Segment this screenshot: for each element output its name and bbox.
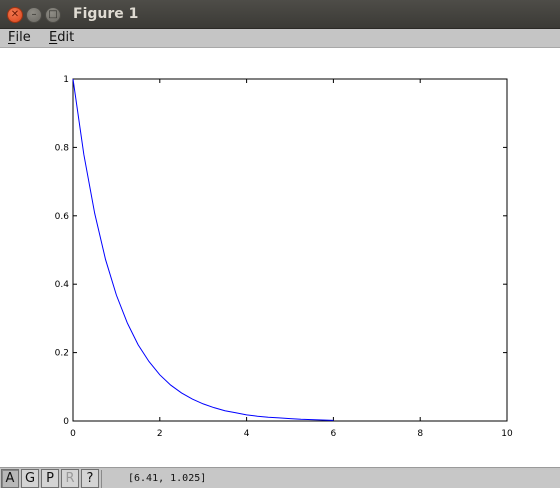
menu-file[interactable]: File bbox=[8, 30, 31, 45]
menu-bar: File Edit bbox=[0, 29, 560, 48]
window-title: Figure 1 bbox=[73, 6, 139, 22]
menu-edit-label: dit bbox=[57, 30, 75, 45]
maximize-icon: □ bbox=[48, 9, 58, 20]
bottom-toolbar: A G P R ? [6.41, 1.025] bbox=[0, 467, 560, 488]
pan-button[interactable]: P bbox=[41, 469, 59, 488]
y-tick-label: 0.6 bbox=[55, 212, 70, 222]
x-tick-label: 10 bbox=[501, 429, 513, 439]
grid-button[interactable]: G bbox=[21, 469, 39, 488]
chart[interactable]: 0 2 4 6 8 10 0 0.2 0.4 0.6 0.8 1 bbox=[0, 48, 560, 464]
y-tick-label: 0 bbox=[63, 417, 69, 427]
x-tick-label: 6 bbox=[331, 429, 337, 439]
x-tick-label: 2 bbox=[157, 429, 163, 439]
menu-file-label: ile bbox=[15, 30, 31, 45]
y-tick-label: 0.4 bbox=[55, 280, 70, 290]
y-tick-label: 0.2 bbox=[55, 349, 69, 359]
y-tick-label: 0.8 bbox=[55, 143, 70, 153]
help-button[interactable]: ? bbox=[81, 469, 99, 488]
title-bar: ✕ – □ Figure 1 bbox=[0, 0, 560, 29]
rotate-button[interactable]: R bbox=[61, 469, 79, 488]
menu-edit[interactable]: Edit bbox=[49, 30, 74, 45]
x-tick-label: 4 bbox=[244, 429, 250, 439]
menu-edit-mnemonic: E bbox=[49, 30, 58, 45]
menu-file-mnemonic: F bbox=[8, 30, 16, 45]
minimize-window-button[interactable]: – bbox=[26, 7, 42, 23]
plot-area[interactable]: 0 2 4 6 8 10 0 0.2 0.4 0.6 0.8 1 bbox=[0, 48, 560, 464]
close-window-button[interactable]: ✕ bbox=[7, 7, 23, 23]
autoscale-button[interactable]: A bbox=[1, 469, 19, 488]
minimize-icon: – bbox=[31, 9, 37, 20]
x-tick-label: 0 bbox=[70, 429, 76, 439]
x-tick-label: 8 bbox=[417, 429, 423, 439]
axes-frame bbox=[72, 78, 508, 422]
close-icon: ✕ bbox=[10, 9, 20, 20]
coordinates-readout: [6.41, 1.025] bbox=[101, 470, 560, 488]
maximize-window-button[interactable]: □ bbox=[45, 7, 61, 23]
y-tick-label: 1 bbox=[63, 75, 69, 85]
